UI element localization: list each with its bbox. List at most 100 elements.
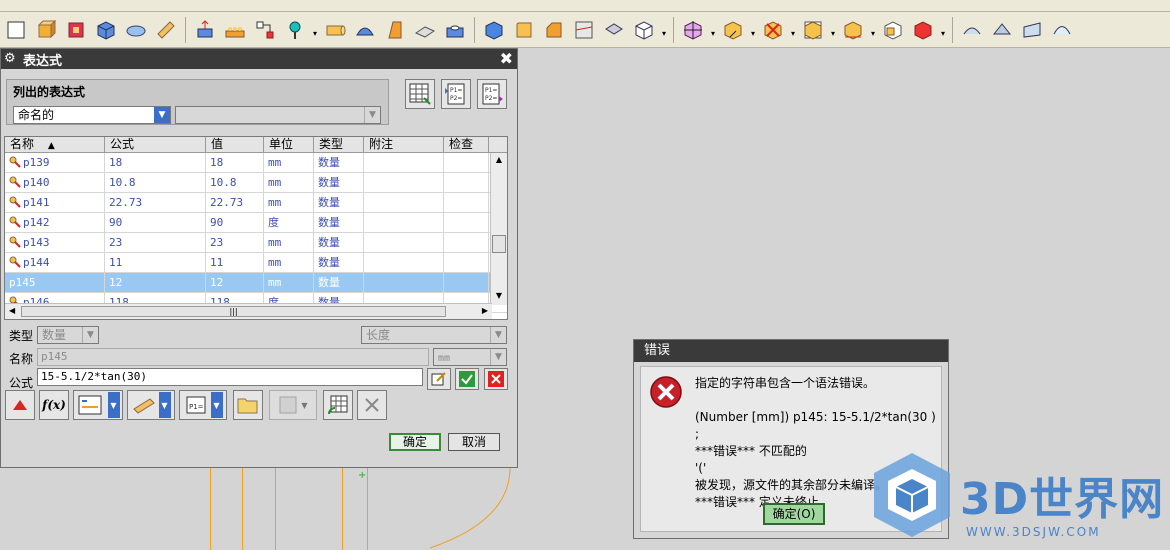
scroll-thumb[interactable] (492, 235, 506, 253)
edit-formula-button[interactable] (427, 368, 451, 390)
cell-unit-text: mm (268, 156, 282, 169)
table-row[interactable]: p142 90 90 度 数量 (5, 213, 507, 233)
chevron-down-icon[interactable]: ▾ (709, 16, 717, 44)
gear-icon[interactable]: ⚙ (4, 51, 16, 66)
table-row[interactable]: p143 23 23 mm 数量 (5, 233, 507, 253)
pattern-icon[interactable] (221, 16, 249, 44)
delete-body-icon[interactable] (759, 16, 787, 44)
extrude-icon[interactable] (191, 16, 219, 44)
offset-face-icon[interactable] (600, 16, 628, 44)
chevron-down-icon[interactable]: ▾ (939, 16, 947, 44)
p1-p2-export-icon: P1=P2= (482, 83, 503, 105)
table-icon (279, 396, 297, 414)
vertical-scrollbar[interactable]: ▲ ▼ (490, 153, 507, 305)
function-button[interactable]: f(x) (39, 390, 69, 420)
cancel-button[interactable]: 取消 (448, 433, 500, 451)
column-header-unit[interactable]: 单位 (264, 137, 314, 152)
chamfer-icon[interactable] (540, 16, 568, 44)
chevron-down-icon[interactable]: ▾ (311, 16, 319, 44)
cell-unit: mm (264, 233, 314, 252)
draft-icon[interactable] (381, 16, 409, 44)
table-row[interactable]: p144 11 11 mm 数量 (5, 253, 507, 273)
scroll-right-icon[interactable]: ▶ (482, 306, 488, 315)
part-cleanup-icon[interactable] (909, 16, 937, 44)
horizontal-scrollbar[interactable]: ◀ ||| ▶ (5, 303, 492, 319)
shell-icon[interactable] (62, 16, 90, 44)
edit-feature-icon[interactable] (152, 16, 180, 44)
create-interpart-button[interactable]: P1= ▼ (179, 390, 227, 420)
chevron-down-icon[interactable]: ▾ (789, 16, 797, 44)
chevron-down-icon[interactable]: ▼ (158, 392, 171, 418)
sketch-icon[interactable] (2, 16, 30, 44)
chevron-down-icon[interactable]: ▼ (107, 392, 120, 418)
mesh-surface-icon[interactable] (1018, 16, 1046, 44)
chevron-down-icon[interactable]: ▾ (829, 16, 837, 44)
table-row[interactable]: p140 10.8 10.8 mm 数量 (5, 173, 507, 193)
spreadsheet-edit-button[interactable] (405, 79, 435, 109)
column-header-value[interactable]: 值 (206, 137, 264, 152)
swept-icon[interactable] (988, 16, 1016, 44)
column-header-check[interactable]: 检查 (444, 137, 489, 152)
surface-icon[interactable] (351, 16, 379, 44)
spreadsheet-icon (409, 83, 431, 105)
refresh-spreadsheet-button[interactable] (323, 390, 353, 420)
hole-icon[interactable] (441, 16, 469, 44)
chevron-down-icon[interactable]: ▾ (869, 16, 877, 44)
curve-icon[interactable] (958, 16, 986, 44)
delete-button[interactable] (357, 390, 387, 420)
list-references-button[interactable]: P1= P2= (441, 79, 471, 109)
trim-icon[interactable] (570, 16, 598, 44)
chevron-down-icon: ▼ (82, 327, 98, 343)
chevron-down-icon[interactable]: ▾ (660, 16, 668, 44)
chevron-down-icon[interactable]: ▼ (210, 392, 223, 418)
wireframe-cube-icon[interactable] (630, 16, 658, 44)
move-object-icon[interactable] (719, 16, 747, 44)
chevron-down-icon[interactable]: ▾ (749, 16, 757, 44)
error-ok-button[interactable]: 确定(O) (763, 503, 825, 525)
cube-icon[interactable] (92, 16, 120, 44)
column-header-type[interactable]: 类型 (314, 137, 364, 152)
section-view-icon[interactable] (879, 16, 907, 44)
solid-block-icon[interactable] (480, 16, 508, 44)
scroll-down-icon[interactable]: ▼ (491, 291, 507, 303)
column-header-formula[interactable]: 公式 (105, 137, 206, 152)
measure-button[interactable]: ▼ (73, 390, 123, 420)
cell-name: p139 (5, 153, 105, 172)
column-header-note[interactable]: 附注 (364, 137, 444, 152)
scroll-left-icon[interactable]: ◀ (9, 306, 15, 315)
sheet-icon[interactable] (411, 16, 439, 44)
scroll-up-icon[interactable]: ▲ (491, 155, 507, 167)
cell-value: 12 (206, 273, 264, 292)
error-line: (Number [mm]) p145: 15-5.1/2*tan(30 ) ; (695, 410, 936, 441)
open-file-button[interactable] (233, 390, 263, 420)
export-expressions-button[interactable]: P1= P2= (477, 79, 507, 109)
cylinder-icon[interactable] (321, 16, 349, 44)
chevron-down-icon[interactable]: ▼ (154, 107, 170, 123)
measure-distance-icon[interactable] (839, 16, 867, 44)
close-icon[interactable]: ✖ (500, 49, 513, 68)
table-row[interactable]: p145 12 12 mm 数量 (5, 273, 507, 293)
studio-surface-icon[interactable] (1048, 16, 1076, 44)
table-row[interactable]: p139 18 18 mm 数量 (5, 153, 507, 173)
pad-icon[interactable] (122, 16, 150, 44)
reject-edit-button[interactable] (484, 368, 508, 390)
table-body: p139 18 18 mm 数量 p140 10.8 10.8 mm 数量 p141 22.73 22.… (5, 153, 507, 313)
constraint-icon[interactable] (251, 16, 279, 44)
disabled-table-button: ▼ (269, 390, 317, 420)
blend-icon[interactable] (510, 16, 538, 44)
column-header-name[interactable]: 名称 ▲ (5, 137, 105, 152)
assembly-icon[interactable] (799, 16, 827, 44)
filter-select[interactable]: 命名的 ▼ (13, 106, 171, 124)
table-row[interactable]: p141 22.73 22.73 mm 数量 (5, 193, 507, 213)
point-icon[interactable] (281, 16, 309, 44)
collapse-button[interactable] (5, 390, 35, 420)
transform-icon[interactable] (679, 16, 707, 44)
block-icon[interactable] (32, 16, 60, 44)
ok-button[interactable]: 确定 (389, 433, 441, 451)
error-line: 指定的字符串包含一个语法错误。 (695, 376, 876, 390)
name-field[interactable]: p145 (37, 348, 429, 366)
scroll-thumb[interactable]: ||| (21, 306, 446, 317)
accept-edit-button[interactable] (455, 368, 479, 390)
reference-button[interactable]: ▼ (127, 390, 175, 420)
formula-field[interactable]: 15-5.1/2*tan(30) (37, 368, 423, 386)
